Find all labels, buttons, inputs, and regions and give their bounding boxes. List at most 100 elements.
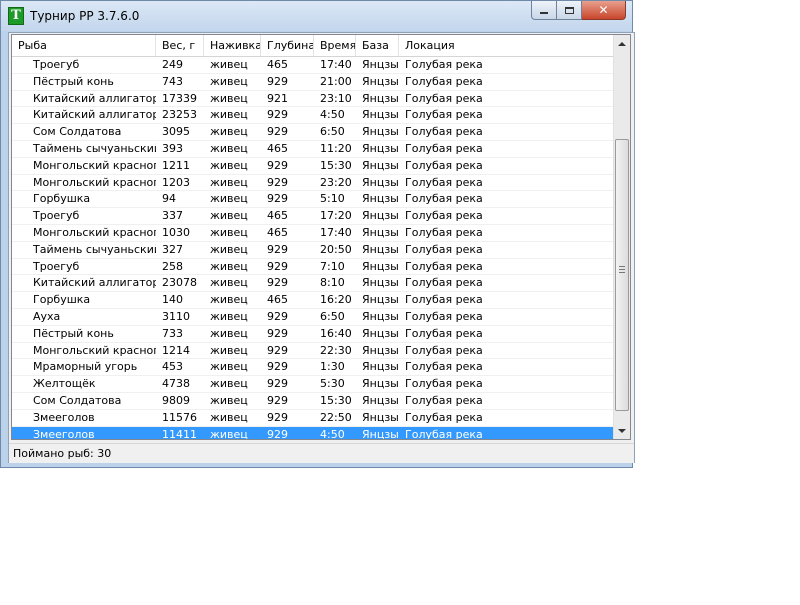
- table-row[interactable]: Монгольский краснопёр 1203 живец 929 23:20 Ян…: [12, 175, 614, 192]
- cell-location: Голубая река: [405, 125, 483, 139]
- table-row[interactable]: Китайский аллигатор 23078 живец 929 8:10 Янцз…: [12, 275, 614, 293]
- table-row[interactable]: Монгольский краснопёр 1030 живец 465 17:40 Ян…: [12, 225, 614, 242]
- scroll-up-button[interactable]: [614, 35, 630, 52]
- cell-bait: живец: [210, 276, 248, 290]
- cell-weight: 140: [162, 293, 183, 307]
- cell-base: Янцзы: [362, 158, 399, 172]
- cell-base: Янцзы: [362, 259, 399, 273]
- cell-weight: 3095: [162, 125, 190, 139]
- cell-weight: 4738: [162, 377, 190, 391]
- table-row[interactable]: Мраморный угорь 453 живец 929 1:30 Янцзы Голуб…: [12, 359, 614, 377]
- cell-base: Янцзы: [362, 427, 399, 440]
- table-row[interactable]: Таймень сычуаньский 327 живец 929 20:50 Янцзы…: [12, 242, 614, 259]
- column-header-time[interactable]: Время: [314, 35, 356, 56]
- close-icon: ✕: [598, 3, 609, 17]
- cell-location: Голубая река: [405, 158, 483, 172]
- cell-bait: живец: [210, 125, 248, 139]
- cell-time: 7:10: [320, 259, 345, 273]
- table-row[interactable]: Горбушка 140 живец 465 16:20 Янцзы Голубая рек…: [12, 292, 614, 309]
- cell-depth: 929: [267, 276, 288, 290]
- cell-base: Янцзы: [362, 377, 399, 391]
- scroll-down-icon: [618, 428, 626, 433]
- cell-weight: 743: [162, 74, 183, 88]
- maximize-button[interactable]: [557, 1, 582, 20]
- cell-time: 16:20: [320, 293, 352, 307]
- table-row[interactable]: Китайский аллигатор 17339 живец 921 23:10 Янц…: [12, 91, 614, 108]
- cell-base: Янцзы: [362, 209, 399, 223]
- column-header-location[interactable]: Локация: [399, 35, 614, 56]
- cell-depth: 929: [267, 259, 288, 273]
- cell-bait: живец: [210, 393, 248, 407]
- cell-fish: Троегуб: [33, 58, 80, 71]
- cell-bait: живец: [210, 74, 248, 88]
- cell-bait: живец: [210, 309, 248, 323]
- window-title: Турнир РР 3.7.6.0: [30, 9, 140, 23]
- cell-weight: 393: [162, 141, 183, 155]
- table-row[interactable]: Таймень сычуаньский 393 живец 465 11:20 Янцзы…: [12, 141, 614, 158]
- cell-depth: 929: [267, 393, 288, 407]
- scroll-up-icon: [618, 41, 626, 46]
- cell-time: 22:30: [320, 343, 352, 357]
- title-bar[interactable]: T Турнир РР 3.7.6.0 ✕: [1, 1, 632, 31]
- cell-weight: 23078: [162, 276, 197, 290]
- cell-depth: 929: [267, 175, 288, 189]
- cell-weight: 9809: [162, 393, 190, 407]
- app-window: T Турнир РР 3.7.6.0 ✕ Рыба Вес, г Наживк…: [0, 0, 635, 468]
- cell-time: 16:40: [320, 326, 352, 340]
- table-row[interactable]: Змееголов 11576 живец 929 22:50 Янцзы Голубая …: [12, 410, 614, 427]
- table-row[interactable]: Сом Солдатова 3095 живец 929 6:50 Янцзы Голуба…: [12, 124, 614, 141]
- column-header-bait[interactable]: Наживка: [204, 35, 261, 56]
- cell-fish: Сом Солдатова: [33, 393, 122, 407]
- cell-time: 5:30: [320, 377, 345, 391]
- cell-location: Голубая река: [405, 74, 483, 88]
- table-row[interactable]: Китайский аллигатор 23253 живец 929 4:50 Янцз…: [12, 107, 614, 125]
- column-header-weight[interactable]: Вес, г: [156, 35, 204, 56]
- cell-base: Янцзы: [362, 108, 399, 122]
- cell-base: Янцзы: [362, 309, 399, 323]
- cell-bait: живец: [210, 242, 248, 256]
- cell-time: 21:00: [320, 74, 352, 88]
- cell-bait: живец: [210, 108, 248, 122]
- table-row[interactable]: Горбушка 94 живец 929 5:10 Янцзы Голубая река: [12, 191, 614, 209]
- table-row[interactable]: Ауха 3110 живец 929 6:50 Янцзы Голубая река: [12, 309, 614, 326]
- vertical-scrollbar[interactable]: [613, 35, 630, 439]
- cell-location: Голубая река: [405, 175, 483, 189]
- minimize-button[interactable]: [531, 1, 557, 20]
- cell-base: Янцзы: [362, 242, 399, 256]
- cell-time: 23:20: [320, 175, 352, 189]
- table-row[interactable]: Желтощёк 4738 живец 929 5:30 Янцзы Голубая рек…: [12, 376, 614, 393]
- table-row[interactable]: Монгольский краснопёр 1214 живец 929 22:30 Ян…: [12, 343, 614, 360]
- cell-base: Янцзы: [362, 393, 399, 407]
- cell-depth: 465: [267, 58, 288, 71]
- app-icon: T: [8, 7, 24, 25]
- column-header-depth[interactable]: Глубина: [261, 35, 314, 56]
- table-row[interactable]: Змееголов 11411 живец 929 4:50 Янцзы Голубая р…: [12, 426, 614, 440]
- cell-location: Голубая река: [405, 427, 483, 440]
- cell-depth: 921: [267, 91, 288, 105]
- cell-weight: 94: [162, 192, 176, 206]
- cell-time: 1:30: [320, 360, 345, 374]
- cell-fish: Таймень сычуаньский: [33, 141, 156, 155]
- table-row[interactable]: Троегуб 249 живец 465 17:40 Янцзы Голубая река: [12, 57, 614, 74]
- scroll-thumb[interactable]: [615, 139, 629, 411]
- table-row[interactable]: Сом Солдатова 9809 живец 929 15:30 Янцзы Голуб…: [12, 393, 614, 410]
- close-button[interactable]: ✕: [582, 1, 626, 20]
- table-row[interactable]: Пёстрый конь 743 живец 929 21:00 Янцзы Голубая…: [12, 74, 614, 91]
- list-header: Рыба Вес, г Наживка Глубина Время База Л…: [12, 35, 614, 57]
- cell-weight: 23253: [162, 108, 197, 122]
- catch-list[interactable]: Рыба Вес, г Наживка Глубина Время База Л…: [11, 34, 631, 440]
- cell-base: Янцзы: [362, 91, 399, 105]
- table-row[interactable]: Троегуб 337 живец 465 17:20 Янцзы Голубая река: [12, 208, 614, 225]
- cell-bait: живец: [210, 259, 248, 273]
- scroll-down-button[interactable]: [614, 422, 630, 439]
- column-header-fish[interactable]: Рыба: [12, 35, 156, 56]
- table-row[interactable]: Монгольский краснопёр 1211 живец 929 15:30 Ян…: [12, 158, 614, 175]
- cell-bait: живец: [210, 158, 248, 172]
- cell-fish: Сом Солдатова: [33, 125, 122, 139]
- table-row[interactable]: Пёстрый конь 733 живец 929 16:40 Янцзы Голубая…: [12, 326, 614, 343]
- cell-time: 17:40: [320, 58, 352, 71]
- table-row[interactable]: Троегуб 258 живец 929 7:10 Янцзы Голубая река: [12, 259, 614, 276]
- column-header-base[interactable]: База: [356, 35, 399, 56]
- cell-weight: 453: [162, 360, 183, 374]
- cell-bait: живец: [210, 141, 248, 155]
